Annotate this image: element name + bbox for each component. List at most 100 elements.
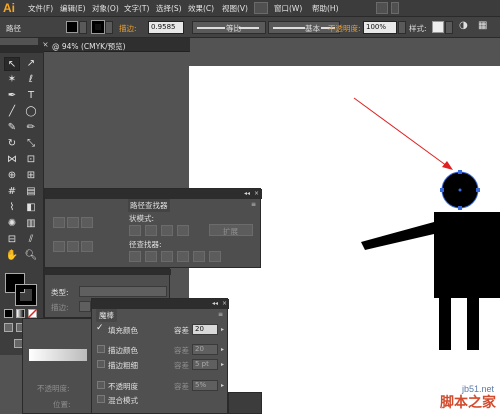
stroke-weight-tolerance-input[interactable]: 5 pt [192,359,218,370]
unite-button[interactable] [129,225,141,236]
gradient-mode-icon[interactable] [16,309,25,318]
workspace-dropdown[interactable] [391,2,399,14]
graphic-style-dropdown[interactable] [445,21,453,34]
distribute-bottom-button[interactable] [81,241,93,252]
distribute-center-button[interactable] [67,241,79,252]
scale-tool-icon[interactable]: ⤡ [23,137,39,151]
fill-tolerance-arrow-icon[interactable]: ▸ [221,326,224,333]
variable-width-profile[interactable]: 等比 [192,21,266,34]
menu-edit[interactable]: 编辑(E) [60,3,86,14]
menu-object[interactable]: 对象(O) [92,3,119,14]
menu-view[interactable]: 视图(V) [222,3,248,14]
shape-builder-tool-icon[interactable]: ⊕ [4,169,20,183]
align-center-button[interactable] [67,217,79,228]
stroke-color-arrow-icon[interactable]: ▸ [221,346,224,353]
divide-button[interactable] [129,251,141,262]
opacity-checkbox[interactable] [97,381,105,389]
graphic-style-swatch[interactable] [432,21,444,33]
wand-panel-menu-icon[interactable]: ≡ [218,311,223,318]
free-transform-tool-icon[interactable]: ⊡ [23,153,39,167]
outline-button[interactable] [193,251,205,262]
recolor-icon[interactable]: ◑ [459,20,468,31]
lasso-tool-icon[interactable]: ℓ [23,73,39,87]
minus-front-button[interactable] [145,225,157,236]
collapse-panel-icon[interactable]: ◂◂ [244,190,250,197]
opacity-dropdown[interactable] [398,21,406,34]
line-tool-icon[interactable]: ╱ [4,105,20,119]
stroke-weight-checkbox[interactable] [97,360,105,368]
exclude-button[interactable] [177,225,189,236]
stroke-label[interactable]: 描边: [119,23,137,34]
selection-tool-icon[interactable]: ↖ [4,57,20,71]
hand-tool-icon[interactable]: ✋ [4,249,20,263]
align-right-button[interactable] [81,217,93,228]
opacity-tolerance-input[interactable]: 5% [192,380,218,391]
menu-type[interactable]: 文字(T) [124,3,149,14]
close-panel-icon[interactable]: × [254,190,259,197]
align-icon[interactable]: ▦ [478,20,487,31]
trim-button[interactable] [145,251,157,262]
fill-tolerance-input[interactable]: 20 [192,324,218,335]
menu-file[interactable]: 文件(F) [28,3,53,14]
fill-color-checkbox[interactable]: ✓ [96,323,104,333]
bridge-button[interactable] [254,2,268,14]
merge-button[interactable] [161,251,173,262]
stroke-color-checkbox[interactable] [97,345,105,353]
stroke-dropdown[interactable] [105,21,113,34]
collapse-wand-icon[interactable]: ◂◂ [212,300,218,307]
artboard-tool-icon[interactable]: ⊟ [4,233,20,247]
crop-button[interactable] [177,251,189,262]
stroke-swatch[interactable] [91,20,105,34]
opacity-field[interactable]: 100% [363,21,397,34]
rotate-tool-icon[interactable]: ↻ [4,137,20,151]
width-tool-icon[interactable]: ⋈ [4,153,20,167]
magic-wand-tab[interactable]: 魔棒 [96,309,117,322]
direct-selection-tool-icon[interactable]: ↗ [23,57,39,71]
draw-normal-icon[interactable] [4,323,13,332]
stroke-color-box[interactable] [15,284,37,306]
perspective-grid-tool-icon[interactable]: ⊞ [23,169,39,183]
panel-menu-icon[interactable]: ≡ [251,201,256,208]
magic-wand-titlebar[interactable] [92,299,229,309]
gradient-tool-icon[interactable]: ▤ [23,185,39,199]
arrange-documents-button[interactable] [376,2,388,14]
symbol-sprayer-tool-icon[interactable]: ✺ [4,217,20,231]
magic-wand-tool-icon[interactable]: ✶ [4,73,20,87]
pathfinder-panel-titlebar[interactable] [45,189,262,199]
menu-help[interactable]: 帮助(H) [312,3,339,14]
stroke-color-tolerance-input[interactable]: 20 [192,344,218,355]
ellipse-tool-icon[interactable]: ◯ [23,105,39,119]
none-mode-icon[interactable] [28,309,37,318]
close-wand-icon[interactable]: × [222,300,227,307]
distribute-top-button[interactable] [53,241,65,252]
menu-window[interactable]: 窗口(W) [274,3,302,14]
tools-panel-header[interactable] [0,45,44,53]
paintbrush-tool-icon[interactable]: ✎ [4,121,20,135]
expand-button[interactable]: 扩展 [209,224,253,236]
pencil-tool-icon[interactable]: ✏ [23,121,39,135]
gradient-slider[interactable] [29,349,87,361]
zoom-tool-icon[interactable]: 🔍︎ [23,249,39,263]
stroke-panel-titlebar[interactable] [45,269,171,275]
color-mode-icon[interactable] [4,309,13,318]
eyedropper-tool-icon[interactable]: ⌇ [4,201,20,215]
minus-back-button[interactable] [209,251,221,262]
document-tab[interactable]: @ 94% (CMYK/预览) [52,41,126,52]
blend-tool-icon[interactable]: ◧ [23,201,39,215]
fill-swatch[interactable] [66,21,78,33]
collapsed-panel-stub[interactable] [228,392,262,414]
blend-mode-checkbox[interactable] [97,395,105,403]
slice-tool-icon[interactable]: ⫽ [23,233,39,247]
column-graph-tool-icon[interactable]: ▥ [23,217,39,231]
type-tool-icon[interactable]: T [23,89,39,103]
mesh-tool-icon[interactable]: # [4,185,20,199]
opacity-label[interactable]: 不透明度: [328,23,361,34]
fill-dropdown[interactable] [79,21,87,34]
pathfinder-tab[interactable]: 路径查找器 [128,199,170,212]
menu-effect[interactable]: 效果(C) [188,3,214,14]
type-dropdown[interactable] [79,286,167,297]
pen-tool-icon[interactable]: ✒ [4,89,20,103]
stroke-weight-field[interactable]: 0.9585 [148,21,184,34]
menu-select[interactable]: 选择(S) [156,3,182,14]
align-left-button[interactable] [53,217,65,228]
